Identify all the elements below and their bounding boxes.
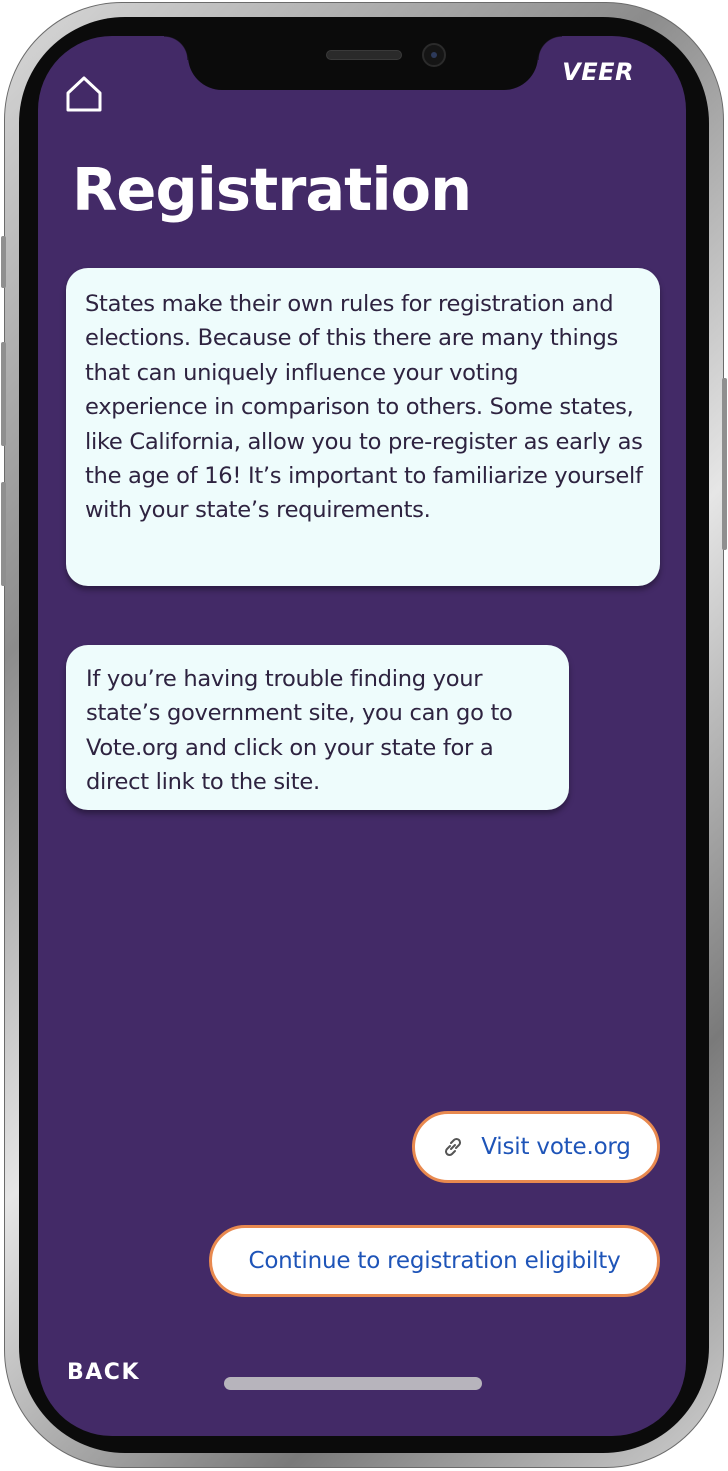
notch	[164, 36, 562, 90]
visit-vote-org-button[interactable]: Visit vote.org	[412, 1111, 660, 1183]
message-bubble-registration-rules: States make their own rules for registra…	[66, 268, 660, 586]
silent-switch	[1, 236, 6, 288]
power-button	[722, 378, 727, 550]
link-icon	[441, 1135, 465, 1159]
continue-button-label: Continue to registration eligibilty	[248, 1248, 621, 1274]
speaker-grille	[326, 50, 402, 60]
home-indicator[interactable]	[224, 1377, 482, 1390]
back-button[interactable]: BACK	[67, 1360, 140, 1385]
home-icon[interactable]	[64, 74, 104, 114]
message-text: States make their own rules for registra…	[85, 291, 643, 524]
page-title: Registration	[72, 155, 472, 224]
front-camera	[422, 43, 446, 67]
volume-up-button	[1, 342, 6, 446]
brand-logo: VEER	[562, 58, 634, 86]
message-bubble-vote-org: If you’re having trouble finding your st…	[66, 645, 569, 810]
app-screen: VEER Registration States make their own …	[38, 36, 686, 1436]
message-text: If you’re having trouble finding your st…	[86, 666, 513, 796]
continue-to-eligibility-button[interactable]: Continue to registration eligibilty	[209, 1225, 660, 1297]
volume-down-button	[1, 482, 6, 586]
visit-button-label: Visit vote.org	[481, 1134, 631, 1160]
